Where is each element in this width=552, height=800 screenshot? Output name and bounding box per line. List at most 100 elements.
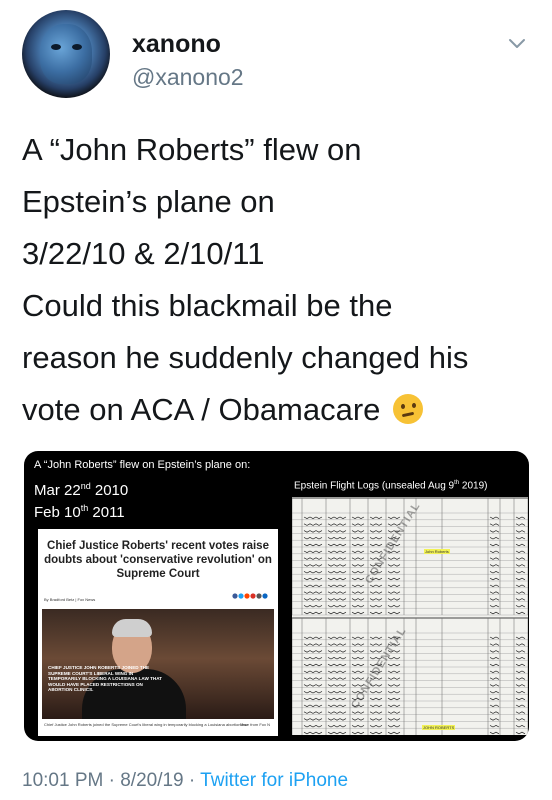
handwriting-mark [369, 530, 383, 533]
handwriting-mark [327, 650, 347, 653]
handwriting-mark [489, 697, 500, 701]
handwriting-mark [327, 550, 347, 553]
handwriting-mark [489, 663, 500, 667]
handwriting-mark [489, 691, 500, 694]
handwriting-mark [515, 697, 526, 701]
tweet-line: reason he suddenly changed his [22, 340, 469, 375]
handwriting-mark [351, 543, 365, 547]
date2-main: Feb 10 [34, 504, 81, 521]
handwriting-mark [489, 711, 500, 714]
handwriting-mark [303, 704, 323, 707]
handwriting-mark [489, 516, 500, 519]
user-handle[interactable]: @xanono2 [132, 64, 244, 91]
tweet-time[interactable]: 10:01 PM [22, 770, 103, 791]
handwriting-mark [515, 650, 526, 653]
handwriting-mark [387, 697, 401, 701]
handwriting-mark [387, 516, 401, 519]
handwriting-mark [515, 605, 526, 608]
news-footer-text: Chief Justice John Roberts joined the Su… [44, 722, 248, 727]
news-footer-right: More from Fox N [239, 722, 270, 727]
news-article-screenshot: Chief Justice Roberts' recent votes rais… [38, 529, 278, 736]
handwriting-mark [515, 611, 526, 615]
handwriting-mark [351, 677, 365, 680]
handwriting-mark [369, 650, 383, 653]
news-photo: CHIEF JUSTICE JOHN ROBERTS JOINED THE SU… [42, 609, 274, 719]
handwriting-mark [303, 550, 323, 553]
tweet-source-link[interactable]: Twitter for iPhone [200, 770, 348, 791]
handwriting-mark [327, 725, 347, 728]
chevron-down-icon[interactable] [506, 32, 528, 54]
handwriting-mark [303, 543, 323, 547]
handwriting-mark [303, 564, 323, 567]
handwriting-mark [489, 650, 500, 653]
handwriting-mark [369, 643, 383, 646]
handwriting-mark [303, 697, 323, 701]
tweet-date[interactable]: 8/20/19 [120, 770, 183, 791]
handwriting-mark [351, 584, 365, 587]
tweet-line: A “John Roberts” flew on [22, 132, 362, 167]
handwriting-mark [515, 543, 526, 547]
handwriting-mark [387, 704, 401, 707]
handwriting-mark [327, 643, 347, 646]
handwriting-mark [515, 564, 526, 567]
news-byline: By Bradford Betz | Fox News [44, 597, 96, 602]
log-grid [292, 497, 528, 735]
handwriting-mark [489, 537, 500, 540]
handwriting-mark [351, 550, 365, 553]
handwriting-mark [351, 657, 365, 660]
handwriting-mark [387, 611, 401, 615]
handwriting-mark [327, 557, 347, 560]
handwriting-mark [515, 571, 526, 574]
handwriting-mark [515, 711, 526, 714]
separator: · [183, 770, 201, 791]
handwriting-mark [489, 591, 500, 594]
logs-title-main: Epstein Flight Logs (unsealed Aug 9 [294, 480, 455, 492]
handwriting-mark [351, 564, 365, 567]
handwriting-mark [351, 711, 365, 714]
handwriting-mark [387, 605, 401, 608]
handwriting-mark [327, 577, 347, 581]
handwriting-mark [303, 663, 323, 667]
avatar[interactable] [22, 10, 110, 98]
handwriting-mark [489, 684, 500, 687]
handwriting-mark [515, 530, 526, 533]
handwriting-mark [303, 670, 323, 673]
handwriting-mark [303, 731, 323, 735]
thinking-face-emoji-icon [393, 394, 424, 424]
tweet-timestamp: 10:01 PM · 8/20/19 · Twitter for iPhone [22, 770, 348, 792]
handwriting-mark [327, 598, 347, 601]
tweet-media-image[interactable]: A “John Roberts” flew on Epstein’s plane… [24, 451, 529, 741]
handwriting-mark [303, 677, 323, 680]
handwriting-mark [489, 731, 500, 735]
handwriting-mark [369, 605, 383, 608]
handwriting-mark [327, 670, 347, 673]
handwriting-mark [489, 718, 500, 721]
handwriting-mark [327, 571, 347, 574]
handwriting-mark [515, 537, 526, 540]
handwriting-mark [303, 643, 323, 646]
handwriting-mark [387, 718, 401, 721]
display-name[interactable]: xanono [132, 30, 221, 59]
handwriting-mark [369, 537, 383, 540]
handwriting-mark [327, 530, 347, 533]
handwriting-mark [303, 684, 323, 687]
handwriting-mark [387, 577, 401, 581]
tweet-line: 3/22/10 & 2/10/11 [22, 236, 265, 271]
handwriting-mark [303, 605, 323, 608]
handwriting-mark [351, 731, 365, 735]
handwriting-mark [327, 564, 347, 567]
share-icons [232, 593, 268, 599]
handwriting-mark [327, 605, 347, 608]
handwriting-mark [303, 650, 323, 653]
handwriting-mark [515, 677, 526, 680]
handwriting-mark [515, 718, 526, 721]
tweet-header: xanono @xanono2 [22, 10, 532, 100]
handwriting-mark [369, 543, 383, 547]
handwriting-mark [369, 711, 383, 714]
handwriting-mark [303, 523, 323, 526]
handwriting-mark [515, 670, 526, 673]
handwriting-mark [489, 557, 500, 560]
handwriting-mark [351, 725, 365, 728]
handwriting-mark [351, 530, 365, 533]
handwriting-mark [327, 718, 347, 721]
